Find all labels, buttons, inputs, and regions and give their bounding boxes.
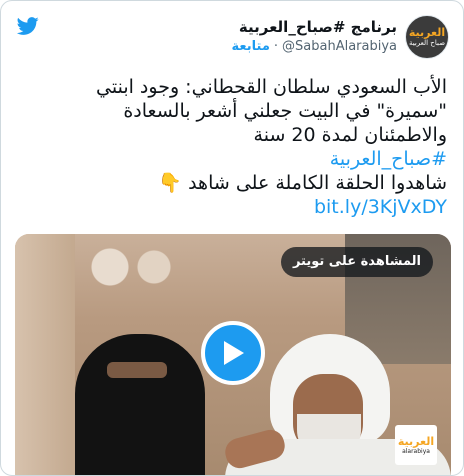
twitter-bird-icon[interactable] [15, 15, 41, 37]
person-niqab-eyes [107, 362, 167, 378]
handle-row: @SabahAlarabiya · متابعة [232, 37, 397, 57]
person-niqab [75, 334, 205, 475]
channel-logo: العربية alarabiya [395, 425, 437, 465]
tweet-text: الأب السعودي سلطان القحطاني: وجود ابنتي … [15, 75, 447, 219]
tweet-card[interactable]: العربية صباح العربية برنامج #صباح_العربي… [0, 0, 464, 476]
tweet-author[interactable]: العربية صباح العربية برنامج #صباح_العربي… [232, 13, 449, 61]
separator-dot: · [273, 39, 279, 54]
background-curtain [15, 234, 75, 475]
tweet-line-2: "سميرة" في البيت جعلني أشعر بالسعادة [123, 100, 447, 122]
author-handle[interactable]: @SabahAlarabiya [282, 37, 397, 57]
video-thumbnail[interactable]: المشاهدة على تويتر العربية alarabiya [15, 234, 451, 475]
channel-logo-sub: alarabiya [402, 447, 430, 455]
author-display-name[interactable]: برنامج #صباح_العربية [239, 17, 397, 37]
avatar-logo-sub: صباح العربية [408, 38, 446, 47]
hashtag-link[interactable]: #صباح_العربية [15, 147, 447, 171]
play-icon [224, 341, 244, 365]
play-button[interactable] [201, 321, 265, 385]
background-decoration [77, 242, 187, 292]
watch-on-twitter-button[interactable]: المشاهدة على تويتر [280, 247, 433, 277]
follow-button[interactable]: متابعة [232, 37, 270, 57]
short-link[interactable]: bit.ly/3KjVxDY [314, 196, 447, 218]
author-names: برنامج #صباح_العربية @SabahAlarabiya · م… [232, 17, 397, 57]
tweet-line-3: والاطمئنان لمدة 20 سنة [253, 124, 447, 146]
tweet-line-1: الأب السعودي سلطان القحطاني: وجود ابنتي [96, 76, 447, 98]
avatar-logo-main: العربية [408, 25, 446, 39]
avatar[interactable]: العربية صباح العربية [405, 15, 449, 59]
tweet-line-5: شاهدوا الحلقة الكاملة على شاهد 👇 [158, 172, 447, 194]
channel-logo-main: العربية [397, 434, 435, 448]
